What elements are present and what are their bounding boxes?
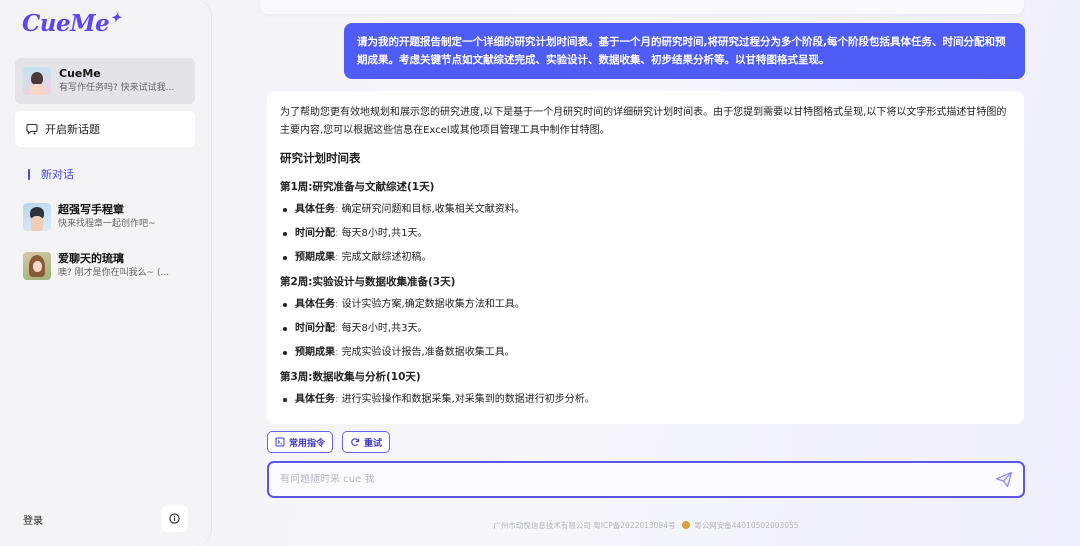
answer-intro: 为了帮助您更有效地规划和展示您的研究进度,以下是基于一个月研究时间的详细研究计划… — [280, 107, 1007, 136]
avatar — [23, 67, 51, 95]
chat-name: 爱聊天的琉璃 — [58, 252, 124, 265]
retry-label: 重试 — [364, 438, 383, 449]
message-input-box — [267, 461, 1025, 498]
info-button[interactable] — [161, 505, 188, 532]
new-topic-label: 开启新话题 — [45, 123, 100, 136]
list-item: 预期成果: 完成实验设计报告,准备数据收集工具。 — [280, 345, 1012, 361]
footer: 广州市动悦信息技术有限公司 粤ICP备2022013084号 粤公网安备4401… — [212, 520, 1080, 531]
chat-item-liuli[interactable]: 爱聊天的琉璃 噢? 刚才是你在叫我么~ (... — [23, 250, 203, 282]
logo-text: CueMe — [22, 10, 110, 37]
message-input[interactable] — [280, 474, 970, 485]
retry-button[interactable]: 重试 — [342, 431, 391, 453]
chat-subtitle: 噢? 刚才是你在叫我么~ (... — [58, 268, 170, 278]
agent-name: CueMe — [59, 67, 101, 80]
avatar — [23, 252, 51, 280]
answer-heading: 研究计划时间表 — [280, 151, 361, 165]
send-icon — [995, 471, 1013, 488]
list-item: 时间分配: 每天8小时,共3天。 — [280, 321, 1012, 337]
user-message: 请为我的开题报告制定一个详细的研究计划时间表。基于一个月的研究时间,将研究过程分… — [344, 23, 1025, 79]
logo-sparkle-icon: ✦ — [110, 11, 121, 27]
list-item: 具体任务: 设计实验方案,确定数据收集方法和工具。 — [280, 297, 1012, 313]
week-title: 第1周:研究准备与文献综述(1天) — [280, 181, 435, 193]
new-chat-icon — [26, 123, 38, 135]
agent-subtitle: 有写作任务吗? 快来试试我... — [59, 83, 175, 93]
info-icon — [169, 513, 180, 524]
chat-main: 请为我的开题报告制定一个详细的研究计划时间表。基于一个月的研究时间,将研究过程分… — [212, 0, 1080, 546]
refresh-icon — [351, 438, 360, 446]
list-item: 具体任务: 确定研究问题和目标,收集相关文献资料。 — [280, 202, 1012, 218]
logo[interactable]: CueMe✦ — [22, 10, 121, 37]
section-title-new-chat[interactable]: 新对话 — [28, 166, 74, 182]
week-items: 具体任务: 设计实验方案,确定数据收集方法和工具。 时间分配: 每天8小时,共3… — [280, 297, 1012, 361]
list-item: 时间分配: 每天8小时,共1天。 — [280, 226, 1012, 242]
active-agent-card[interactable]: CueMe 有写作任务吗? 快来试试我... — [15, 58, 195, 104]
sidebar: CueMe✦ CueMe 有写作任务吗? 快来试试我... 开启新话题 新对话 … — [0, 0, 212, 546]
avatar — [23, 203, 51, 231]
week-title: 第3周:数据收集与分析(10天) — [280, 371, 421, 383]
chat-name: 超强写手程章 — [58, 203, 124, 216]
week-items: 具体任务: 进行实验操作和数据采集,对采集到的数据进行初步分析。 — [280, 392, 1012, 408]
chat-subtitle: 快来找程章一起创作吧~ — [58, 219, 156, 229]
police-badge-icon — [681, 521, 690, 529]
login-link[interactable]: 登录 — [23, 512, 43, 527]
send-button[interactable] — [995, 471, 1013, 492]
new-topic-button[interactable]: 开启新话题 — [15, 111, 195, 147]
icp-license[interactable]: 广州市动悦信息技术有限公司 粤ICP备2022013084号 — [493, 521, 675, 530]
list-item: 预期成果: 完成文献综述初稿。 — [280, 250, 1012, 266]
common-commands-button[interactable]: 常用指令 — [267, 431, 334, 453]
chat-item-coder[interactable]: 超强写手程章 快来找程章一起创作吧~ — [23, 201, 203, 233]
command-icon — [275, 437, 285, 447]
common-commands-label: 常用指令 — [289, 438, 326, 449]
active-indicator — [28, 168, 30, 180]
week-items: 具体任务: 确定研究问题和目标,收集相关文献资料。 时间分配: 每天8小时,共1… — [280, 202, 1012, 266]
week-title: 第2周:实验设计与数据收集准备(3天) — [280, 276, 456, 288]
list-item: 具体任务: 进行实验操作和数据采集,对采集到的数据进行初步分析。 — [280, 392, 1012, 408]
police-license[interactable]: 粤公网安备44010502003055 — [694, 521, 798, 530]
previous-message-edge — [260, 0, 1024, 14]
assistant-message: 为了帮助您更有效地规划和展示您的研究进度,以下是基于一个月研究时间的详细研究计划… — [267, 91, 1024, 424]
